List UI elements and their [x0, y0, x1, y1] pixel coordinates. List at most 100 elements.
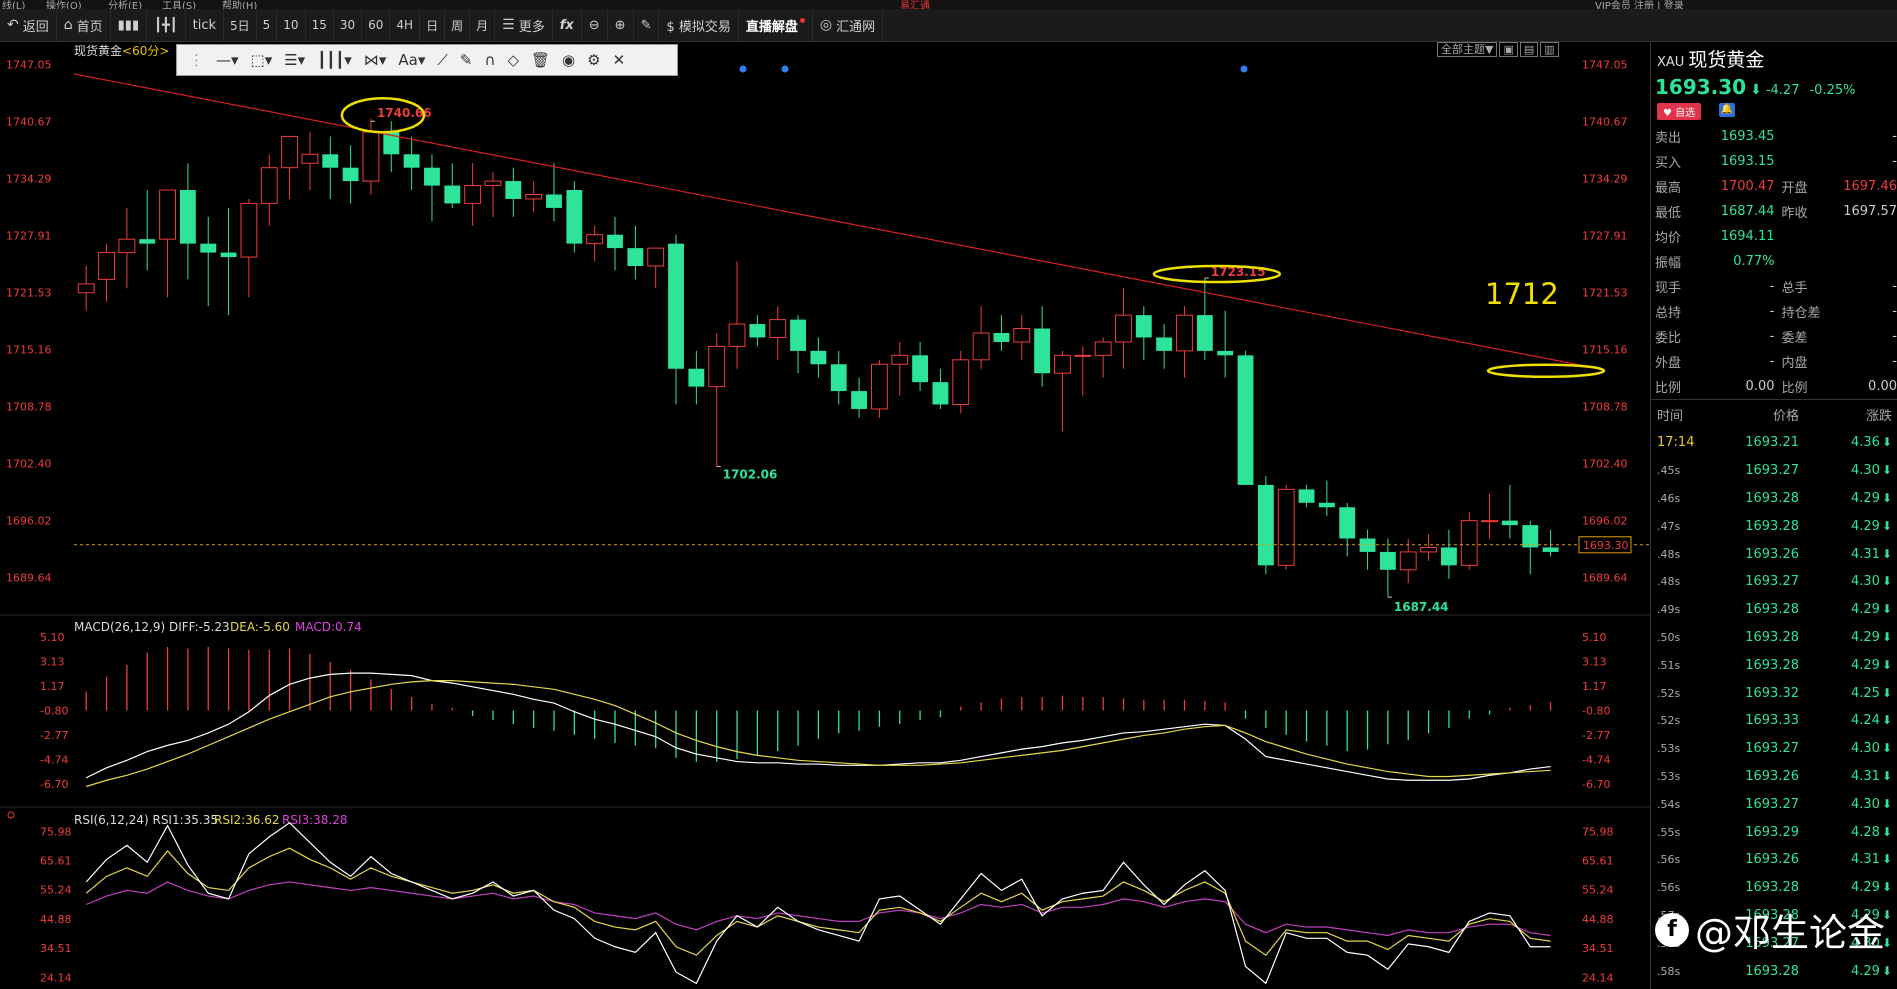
candlestick-icon: ┃╋┃: [154, 17, 178, 33]
live-button[interactable]: 直播解盘: [739, 9, 813, 41]
text-tool-icon[interactable]: Aa▾: [398, 52, 425, 68]
menu-item-line[interactable]: 线(L): [2, 0, 25, 9]
menu-item-analysis[interactable]: 分析(E): [108, 0, 142, 9]
candle-body: [260, 167, 278, 204]
quote-label: 卖出: [1655, 131, 1682, 146]
tick-time: .52s: [1657, 714, 1681, 728]
tick-row: .51s 1693.28 4.29 ⬇: [1651, 651, 1897, 679]
down-arrow-icon: ⬇: [1881, 768, 1892, 783]
home-button[interactable]: ⌂ 首页: [57, 9, 111, 41]
close-icon[interactable]: ✕: [613, 52, 626, 68]
period-tick[interactable]: tick: [186, 9, 224, 41]
quote-row: 委比 - 委差 -: [1651, 324, 1897, 349]
period-month[interactable]: 月: [470, 9, 496, 41]
candle-body: [851, 391, 868, 409]
rect-tool-icon[interactable]: ⬚▾: [251, 52, 273, 68]
y-axis-label: 1747.05: [6, 58, 52, 71]
draw-button[interactable]: ✎: [634, 9, 660, 41]
candle-body: [1054, 354, 1071, 374]
drag-handle-icon[interactable]: ⋮: [189, 52, 204, 68]
sim-trade-button[interactable]: $ 模拟交易: [659, 9, 739, 41]
candle-body: [1339, 507, 1356, 539]
zoom-out-button[interactable]: ⊖: [582, 9, 608, 41]
back-button[interactable]: ↶ 返回: [0, 9, 57, 41]
layout-icon[interactable]: ▣: [1499, 42, 1518, 57]
candle-body: [1298, 489, 1315, 503]
rsi-axis-label-right: 34.51: [1582, 942, 1614, 955]
y-axis-label-right: 1708.78: [1582, 400, 1628, 413]
eraser-icon[interactable]: ◇: [507, 52, 519, 68]
period-30[interactable]: 30: [334, 9, 363, 41]
quote-label: 买入: [1655, 156, 1682, 171]
fib-tool-icon[interactable]: ☰▾: [284, 52, 305, 68]
period-15[interactable]: 15: [306, 9, 334, 41]
quote-value: 0.77%: [1733, 254, 1775, 269]
tick-time: .47s: [1657, 519, 1681, 533]
period-4h[interactable]: 4H: [390, 9, 421, 41]
candle-body: [891, 354, 909, 365]
rsi-axis-label-right: 44.88: [1582, 913, 1614, 926]
bar-chart-button[interactable]: ▮▮▮: [111, 9, 148, 41]
tick-change: 4.29 ⬇: [1850, 657, 1892, 673]
down-arrow-icon: ⬇: [1881, 602, 1892, 617]
tick-time: .56s: [1657, 881, 1681, 895]
y-axis-label-right: 1727.91: [1582, 230, 1628, 243]
macd-axis-label-right: -4.74: [1582, 754, 1610, 767]
pen-icon: ✎: [640, 17, 652, 33]
line-tool-icon[interactable]: —▾: [216, 52, 239, 68]
theme-dropdown[interactable]: 全部主题▼: [1437, 42, 1498, 57]
menu-item-tools[interactable]: 工具(S): [162, 0, 196, 9]
quote-label: 现手: [1655, 281, 1682, 296]
formula-button[interactable]: fx: [553, 9, 582, 41]
candle-body: [586, 234, 604, 245]
tick-price: 1693.21: [1745, 435, 1799, 451]
period-60[interactable]: 60: [362, 9, 391, 41]
period-10[interactable]: 10: [277, 9, 306, 41]
menu-item-help[interactable]: 帮助(H): [222, 0, 257, 9]
quote-value-2: -: [1892, 129, 1897, 144]
candle-body: [952, 359, 970, 405]
menu-item-operate[interactable]: 操作(O): [46, 0, 82, 9]
y-axis-label: 1696.02: [6, 514, 52, 527]
login-links[interactable]: VIP会员 注册 | 登录: [1595, 0, 1684, 9]
quote-panel: XAU 现货黄金 1693.30 ⬇ -4.27 -0.25% ♥ 自选 🔔 卖出…: [1650, 42, 1897, 989]
grid-icon[interactable]: ▤: [1519, 42, 1539, 57]
more-button[interactable]: ☰ 更多: [495, 9, 553, 41]
quote-label-2: 总手: [1781, 281, 1808, 296]
candle-body: [972, 332, 990, 361]
quote-label: 最高: [1655, 181, 1682, 196]
candle-body: [647, 247, 665, 267]
price-chart[interactable]: 1747.05 1747.05 1740.67 1740.67 1734.29 1734.…: [0, 42, 1650, 989]
period-week[interactable]: 周: [445, 9, 471, 41]
channel-tool-icon[interactable]: ┃┃┃▾: [317, 52, 352, 68]
y-axis-label: 1721.53: [6, 287, 52, 300]
tick-change: 4.31 ⬇: [1850, 546, 1892, 562]
tick-change: 4.30 ⬇: [1850, 796, 1892, 812]
chart-area[interactable]: 1747.05 1747.05 1740.67 1740.67 1734.29 1734.…: [0, 42, 1650, 989]
pencil-icon[interactable]: ✎: [460, 52, 473, 68]
bell-icon[interactable]: 🔔: [1719, 103, 1736, 117]
tick-change: 4.25 ⬇: [1850, 685, 1892, 701]
settings-icon[interactable]: ⚙: [587, 52, 600, 68]
zoom-in-button[interactable]: ⊕: [608, 9, 634, 41]
quote-row: 现手 - 总手 -: [1651, 274, 1897, 299]
trash-icon[interactable]: 🗑: [531, 52, 550, 68]
period-5[interactable]: 5: [257, 9, 278, 41]
period-day[interactable]: 日: [420, 9, 446, 41]
candle-body: [830, 364, 847, 392]
candle-body: [1074, 354, 1092, 357]
macd-dea-label: DEA:-5.60: [230, 620, 290, 634]
candle-chart-button[interactable]: ┃╋┃: [147, 9, 186, 41]
pattern-tool-icon[interactable]: ⋈▾: [364, 52, 387, 68]
magnet-icon[interactable]: ∩: [484, 52, 495, 68]
y-axis-label-right: 1696.02: [1582, 514, 1628, 527]
huitong-button[interactable]: ◎ 汇通网: [813, 9, 884, 41]
quote-value-2: 0.00: [1868, 379, 1897, 394]
split-icon[interactable]: ▥: [1540, 42, 1559, 57]
ruler-icon[interactable]: ⟋: [437, 52, 448, 68]
period-5day[interactable]: 5日: [224, 9, 257, 41]
candle-body: [200, 243, 217, 253]
favorite-button[interactable]: ♥ 自选: [1657, 103, 1702, 120]
eye-icon[interactable]: ◉: [562, 52, 575, 68]
down-arrow-icon: ⬇: [1881, 963, 1892, 978]
